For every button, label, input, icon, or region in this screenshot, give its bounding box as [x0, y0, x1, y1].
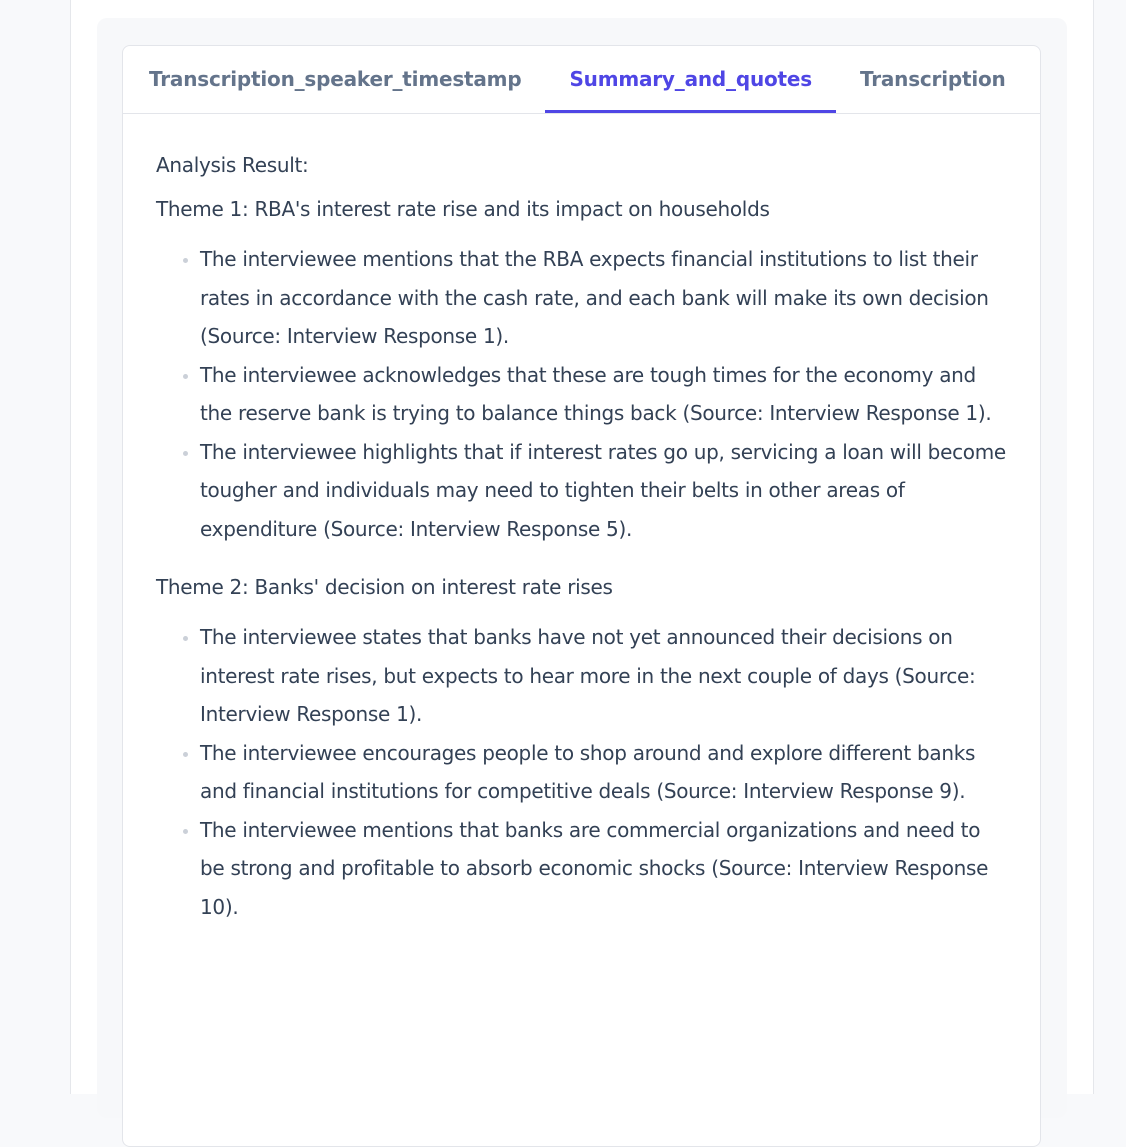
theme-bullets: The interviewee mentions that the RBA ex… [156, 240, 1007, 548]
list-item: The interviewee highlights that if inter… [200, 433, 1007, 549]
theme-title: Theme 2: Banks' decision on interest rat… [156, 575, 613, 599]
main-column: Transcription_speaker_timestamp Summary_… [70, 0, 1094, 1147]
tab-transcription-speaker-timestamp[interactable]: Transcription_speaker_timestamp [125, 46, 545, 113]
tab-transcription[interactable]: Transcription [836, 46, 1030, 113]
tab-bar: Transcription_speaker_timestamp Summary_… [123, 46, 1040, 114]
tab-summary-and-quotes[interactable]: Summary_and_quotes [545, 46, 836, 113]
list-item: The interviewee acknowledges that these … [200, 356, 1007, 433]
theme-title: Theme 1: RBA's interest rate rise and it… [156, 197, 770, 221]
analysis-content: Analysis Result: Theme 1: RBA's interest… [123, 114, 1040, 972]
output-panel: Transcription_speaker_timestamp Summary_… [97, 18, 1067, 1147]
list-item: The interviewee states that banks have n… [200, 618, 1007, 734]
theme-bullets: The interviewee states that banks have n… [156, 618, 1007, 926]
list-item: The interviewee mentions that the RBA ex… [200, 240, 1007, 356]
list-item: The interviewee mentions that banks are … [200, 811, 1007, 927]
list-item: The interviewee encourages people to sho… [200, 734, 1007, 811]
analysis-heading: Analysis Result: [156, 153, 309, 177]
tabs-card: Transcription_speaker_timestamp Summary_… [122, 45, 1041, 1147]
